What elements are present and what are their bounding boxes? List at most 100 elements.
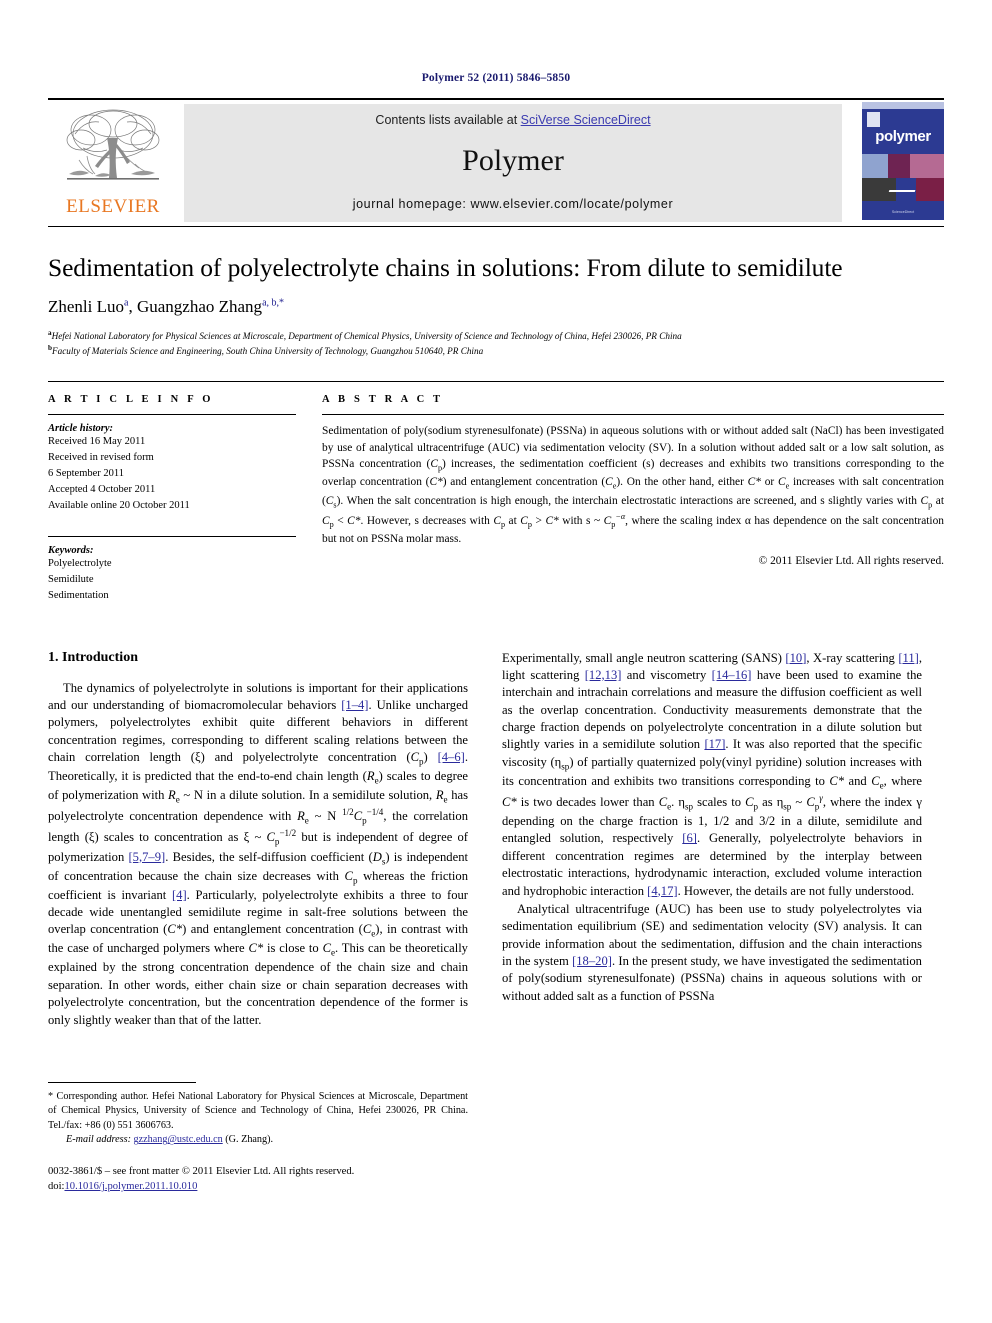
sym-sub: p [274, 837, 280, 848]
citation-link[interactable]: [14–16] [712, 668, 752, 682]
keywords-label: Keywords: [48, 544, 94, 556]
sciencedirect-link[interactable]: SciVerse ScienceDirect [521, 113, 651, 127]
sym-cp: C [344, 868, 353, 883]
doi-label: doi: [48, 1181, 65, 1193]
paragraph: The dynamics of polyelectrolyte in solut… [48, 680, 468, 1029]
citation-link[interactable]: [6] [682, 831, 697, 845]
citation-link[interactable]: [1–4] [341, 698, 368, 712]
sym-cp: C [353, 809, 363, 824]
journal-masthead: ELSEVIER Contents lists available at Sci… [48, 98, 944, 226]
sym-sup: −α [615, 511, 626, 521]
abstract-copyright: © 2011 Elsevier Ltd. All rights reserved… [758, 554, 944, 567]
cover-top-strip [862, 102, 944, 109]
history-online: Available online 20 October 2011 [48, 499, 190, 511]
issn-copyright: 0032-3861/$ – see front matter © 2011 El… [48, 1165, 355, 1177]
sym-cp: C [410, 750, 419, 765]
info-abstract-section: A R T I C L E I N F O Article history: R… [48, 380, 944, 604]
abstract-column: A B S T R A C T Sedimentation of poly(so… [322, 394, 944, 604]
email-link[interactable]: gzzhang@ustc.edu.cn [134, 1134, 223, 1145]
body-column-right: Experimentally, small angle neutron scat… [502, 650, 922, 1195]
text-seg: . η [671, 795, 685, 810]
sym-ce: C [871, 773, 880, 788]
citation-link[interactable]: [4–6] [438, 750, 465, 764]
footnote-block: * Corresponding author. Hefei National L… [48, 1081, 468, 1195]
article-info-column: A R T I C L E I N F O Article history: R… [48, 394, 296, 604]
text-seg: Experimentally, small angle neutron scat… [502, 650, 786, 665]
affiliation-b: bFaculty of Materials Science and Engine… [48, 343, 944, 358]
author-affil-mark[interactable]: a, b,* [262, 297, 284, 308]
sym-ds: D [372, 849, 382, 864]
history-revised-date: 6 September 2011 [48, 467, 125, 479]
journal-homepage[interactable]: journal homepage: www.elsevier.com/locat… [353, 197, 674, 211]
contents-line: Contents lists available at SciVerse Sci… [375, 113, 650, 127]
sym-re: R [168, 788, 176, 803]
citation-link[interactable]: [5,7–9] [128, 850, 165, 864]
abstract-heading: A B S T R A C T [322, 393, 444, 405]
author-name: Guangzhao Zhang [136, 297, 263, 317]
sym-cp: C [430, 458, 438, 471]
sym-cstar: C* [248, 941, 264, 956]
affiliation-text: Hefei National Laboratory for Physical S… [51, 331, 682, 342]
sym-sub: p [611, 520, 616, 529]
sym-cp: C [806, 795, 815, 810]
sym-sup: 1/2 [342, 807, 354, 818]
corresponding-author-note: * Corresponding author. Hefei National L… [48, 1090, 468, 1131]
text-seg: scales to [693, 795, 746, 810]
text-seg: . Besides, the self-diffusion coefficien… [165, 849, 373, 864]
author-affil-mark[interactable]: a [124, 297, 128, 308]
history-received: Received 16 May 2011 [48, 435, 146, 447]
sym-sup: −1/2 [279, 828, 297, 839]
sym-cstar: C* [347, 514, 361, 527]
text-seg: ~ N in a dilute solution. In a semidilut… [179, 788, 436, 803]
affiliation-text: Faculty of Materials Science and Enginee… [52, 346, 484, 357]
sym-re: R [297, 809, 305, 824]
author-name: Zhenli Luo [48, 297, 125, 317]
cover-footer: ScienceDirect [891, 209, 915, 214]
email-note: E-mail address: gzzhang@ustc.edu.cn (G. … [48, 1133, 468, 1147]
text-seg: is close to [263, 941, 323, 956]
cover-badge-icon [867, 112, 880, 127]
sym-ce: C [658, 795, 668, 810]
paragraph: Analytical ultracentrifuge (AUC) has bee… [502, 901, 922, 1005]
citation-link[interactable]: [10] [785, 651, 806, 665]
sym-sub: p [814, 801, 820, 812]
email-label: E-mail address: [66, 1134, 131, 1146]
abstract-seg: ). On the other hand, either [616, 476, 748, 489]
citation-link[interactable]: [18–20] [572, 954, 612, 968]
citation-link[interactable]: [4] [172, 888, 187, 902]
text-seg: ) [423, 750, 438, 765]
divider [48, 535, 296, 537]
imprint-block: 0032-3861/$ – see front matter © 2011 El… [48, 1164, 468, 1195]
abstract-seg: ) and entanglement concentration ( [442, 476, 606, 489]
affiliation-a: aHefei National Laboratory for Physical … [48, 328, 944, 343]
citation-link[interactable]: [11] [898, 651, 919, 665]
citation-link[interactable]: [12,13] [585, 668, 622, 682]
sym-cp: C [493, 514, 501, 527]
text-seg: ~ N [308, 809, 343, 824]
citation-link[interactable]: [4,17] [647, 884, 677, 898]
elsevier-tree-icon [66, 109, 160, 180]
sym-cstar: C* [167, 922, 183, 937]
sym-sub: sp [684, 801, 693, 812]
abstract-seg: or [760, 476, 778, 489]
keyword-item: Semidilute [48, 573, 94, 585]
doi-link[interactable]: 10.1016/j.polymer.2011.10.010 [64, 1181, 197, 1192]
keyword-item: Sedimentation [48, 589, 109, 601]
text-seg: . However, the details are not fully und… [677, 883, 915, 898]
abstract-seg: at [505, 514, 521, 527]
sym-cp: C [266, 830, 275, 845]
sym-cstar: C* [429, 476, 443, 489]
footnote-rule [48, 1081, 196, 1083]
text-seg: and viscometry [621, 667, 712, 682]
doi-line: doi:10.1016/j.polymer.2011.10.010 [48, 1179, 468, 1194]
article-info-heading: A R T I C L E I N F O [48, 393, 214, 405]
sym-re: R [435, 788, 444, 803]
section-heading-introduction: 1. Introduction [48, 649, 138, 665]
citation-link[interactable]: [17] [704, 737, 725, 751]
sym-sub: p [362, 815, 367, 826]
abstract-seg: at [932, 494, 944, 507]
running-head: Polymer 52 (2011) 5846–5850 [421, 72, 571, 84]
abstract-seg: ). When the salt concentration is high e… [336, 494, 921, 507]
sym-ce: C [605, 476, 613, 489]
abstract-seg: < [333, 514, 348, 527]
